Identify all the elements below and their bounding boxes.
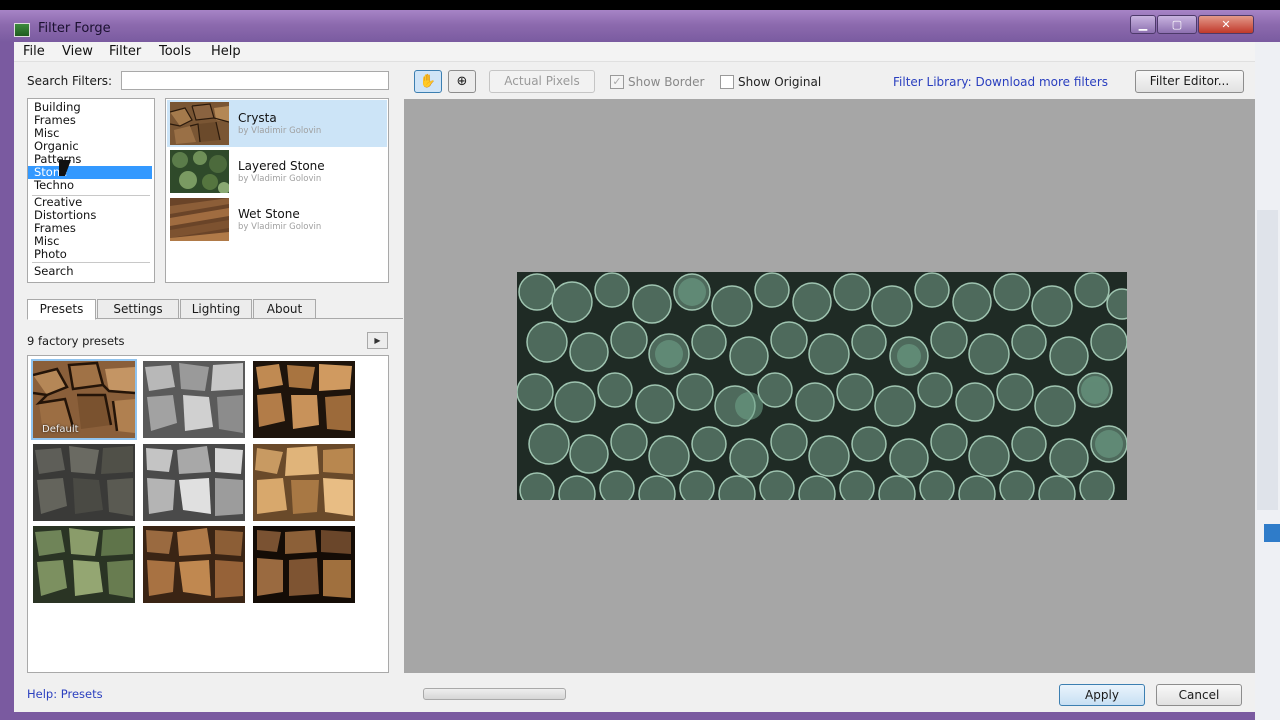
preset-thumbnail[interactable] (143, 526, 245, 603)
zoom-in-icon: ⊕ (456, 74, 468, 89)
preview-image (517, 272, 1127, 500)
filter-name: Wet Stone (238, 207, 300, 221)
filter-item-crysta[interactable]: Crysta by Vladimir Golovin (167, 100, 387, 147)
menu-help[interactable]: Help (211, 44, 241, 59)
play-icon: ▶ (374, 336, 381, 345)
presets-play-button[interactable]: ▶ (367, 332, 388, 349)
filter-library-link[interactable]: Filter Library: Download more filters (893, 75, 1108, 89)
filter-editor-button[interactable]: Filter Editor... (1135, 70, 1244, 93)
filter-item-layered-stone[interactable]: Layered Stone by Vladimir Golovin (167, 148, 387, 195)
title-bar[interactable]: Filter Forge ▁ ▢ ✕ (0, 10, 1280, 42)
filter-thumbnail (170, 102, 229, 145)
screen-edge (0, 0, 1280, 10)
menu-filter[interactable]: Filter (109, 44, 141, 59)
presets-grid: Default (27, 355, 389, 673)
show-original-checkbox[interactable] (720, 75, 734, 89)
category-item[interactable]: Techno (28, 179, 152, 192)
tab-presets[interactable]: Presets (27, 299, 96, 320)
preset-thumbnail[interactable] (33, 526, 135, 603)
tab-about[interactable]: About (253, 299, 316, 319)
preset-thumbnail[interactable] (253, 526, 355, 603)
background-accent (1264, 524, 1280, 542)
preset-thumbnail[interactable] (143, 444, 245, 521)
apply-button[interactable]: Apply (1059, 684, 1145, 706)
filter-item-wet-stone[interactable]: Wet Stone by Vladimir Golovin (167, 196, 387, 243)
filter-author: by Vladimir Golovin (238, 174, 322, 184)
window-title: Filter Forge (38, 21, 111, 36)
filter-author: by Vladimir Golovin (238, 126, 322, 136)
filter-thumbnail (170, 198, 229, 241)
progress-bar (423, 688, 566, 700)
preview-toolbar: ✋ ⊕ Actual Pixels ✓ Show Border Show Ori… (404, 64, 1255, 98)
category-divider (32, 262, 150, 263)
zoom-tool-button[interactable]: ⊕ (448, 70, 476, 93)
maximize-button[interactable]: ▢ (1157, 15, 1197, 34)
checkmark-icon: ✓ (612, 75, 622, 88)
background-scrollbar-thumb[interactable] (1257, 210, 1278, 510)
settings-tabs: Presets Settings Lighting About (27, 299, 403, 321)
close-button[interactable]: ✕ (1198, 15, 1254, 34)
show-border-label: Show Border (628, 75, 705, 89)
menu-tools[interactable]: Tools (159, 44, 191, 59)
preset-default-label: Default (42, 424, 79, 435)
filter-author: by Vladimir Golovin (238, 222, 322, 232)
minimize-button[interactable]: ▁ (1130, 15, 1156, 34)
tab-lighting[interactable]: Lighting (180, 299, 252, 319)
help-presets-link[interactable]: Help: Presets (27, 687, 103, 701)
close-icon: ✕ (1221, 18, 1231, 31)
menu-view[interactable]: View (62, 44, 93, 59)
preset-thumbnail[interactable] (253, 444, 355, 521)
preset-thumbnail[interactable] (33, 444, 135, 521)
filter-thumbnail (170, 150, 229, 193)
menu-bar: File View Filter Tools Help (14, 42, 1255, 62)
category-list[interactable]: Building Frames Misc Organic Patterns St… (27, 98, 155, 283)
bottom-bar: Apply Cancel (404, 673, 1255, 712)
search-label: Search Filters: (27, 74, 113, 88)
cancel-button[interactable]: Cancel (1156, 684, 1242, 706)
category-item[interactable]: Search (28, 265, 152, 278)
hand-icon: ✋ (419, 74, 437, 89)
show-border-checkbox[interactable]: ✓ (610, 75, 624, 89)
presets-count: 9 factory presets (27, 334, 125, 348)
filter-name: Layered Stone (238, 159, 325, 173)
mouse-cursor-icon (59, 160, 71, 176)
search-input[interactable] (121, 71, 389, 90)
actual-pixels-button[interactable]: Actual Pixels (489, 70, 595, 93)
minimize-icon: ▁ (1138, 18, 1148, 31)
preset-thumbnail[interactable] (253, 361, 355, 438)
filter-name: Crysta (238, 111, 277, 125)
preview-area[interactable] (404, 99, 1255, 673)
app-icon (14, 23, 30, 37)
client-area: File View Filter Tools Help Search Filte… (14, 42, 1255, 712)
maximize-icon: ▢ (1171, 18, 1183, 31)
menu-file[interactable]: File (23, 44, 45, 59)
hand-tool-button[interactable]: ✋ (414, 70, 442, 93)
show-original-label: Show Original (738, 75, 822, 89)
category-item[interactable]: Photo (28, 248, 152, 261)
preset-thumbnail[interactable] (143, 361, 245, 438)
filter-list[interactable]: Crysta by Vladimir Golovin Layered Stone… (165, 98, 389, 283)
app-window: Filter Forge ▁ ▢ ✕ File View Filter Tool… (0, 0, 1280, 720)
tab-settings[interactable]: Settings (97, 299, 179, 319)
